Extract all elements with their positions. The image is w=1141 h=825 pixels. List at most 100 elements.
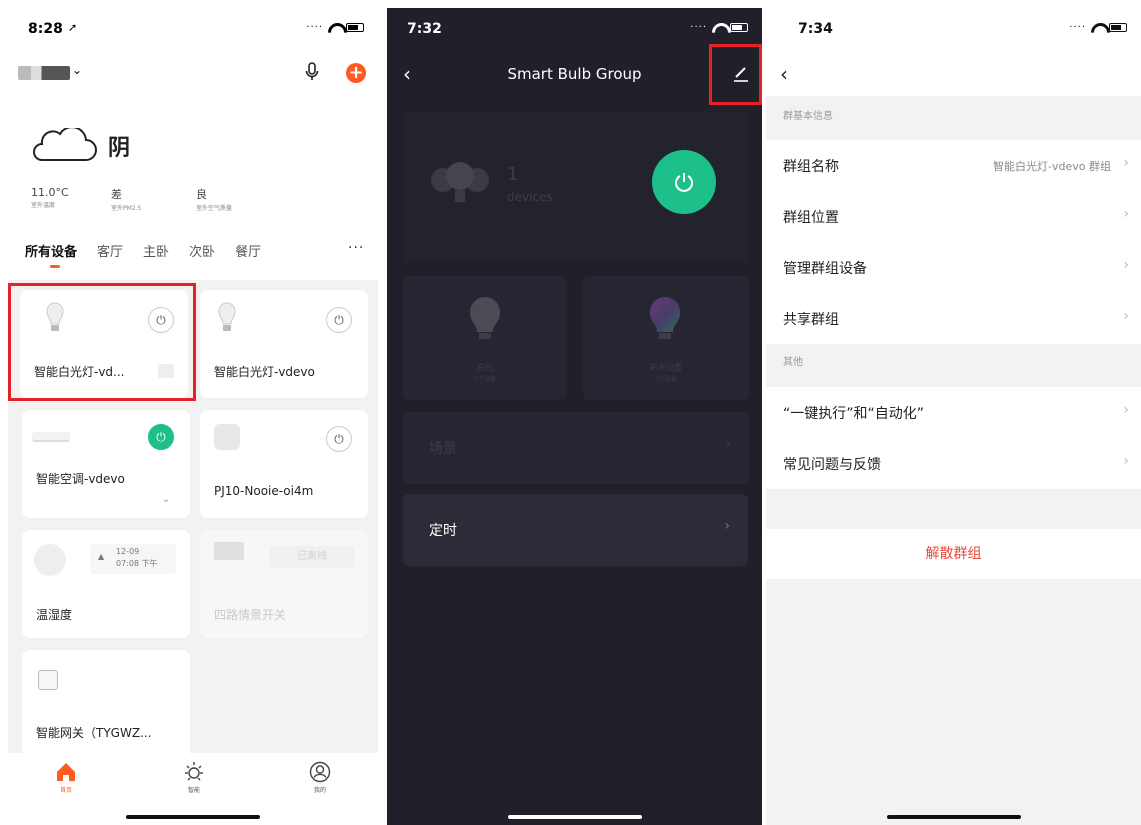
power-toggle[interactable]: ⏻	[148, 424, 174, 450]
timer-row[interactable]: 定时 ›	[403, 494, 748, 566]
row-group-location[interactable]: 群组位置 ›	[766, 191, 1141, 242]
last-report: ▲ 12-09 07:08 下午	[90, 544, 176, 574]
report-time: 07:08 下午	[116, 559, 158, 568]
sun-icon	[185, 762, 203, 781]
status-bar: 8:28 ➚ ····	[8, 8, 378, 52]
stat-label: 室外空气质量	[196, 205, 233, 212]
wifi-icon	[712, 23, 725, 33]
status-time: 7:32	[407, 21, 442, 37]
row-label: 常见问题与反馈	[783, 457, 881, 473]
highlight-box	[8, 283, 196, 401]
mode-sub: 0个设备	[474, 376, 496, 383]
home-screen: 8:28 ➚ ···· ⌄ + 阴 11.0°C 室外温度 差 室外PM2.5 …	[8, 8, 378, 825]
chevron-right-icon: ›	[1123, 257, 1129, 273]
scene-row[interactable]: 场景 ›	[403, 412, 749, 484]
highlight-box	[709, 44, 762, 105]
page-title: Smart Bulb Group	[507, 65, 642, 83]
row-faq-feedback[interactable]: 常见问题与反馈 ›	[766, 438, 1141, 489]
device-card-plug[interactable]: ⏻ PJ10-Nooie-oi4m	[200, 410, 368, 518]
tab-master-bedroom[interactable]: 主卧	[143, 241, 169, 260]
tab-label: 智能	[187, 787, 200, 794]
mode-label: 白光	[477, 363, 493, 372]
row-value: 智能白光灯-vdevo 群组	[993, 160, 1111, 173]
row-label: 群组名称	[783, 159, 839, 175]
stat-value: 差	[111, 188, 122, 201]
device-card-scene-switch[interactable]: 已离线 四路情景开关	[200, 530, 368, 638]
power-toggle[interactable]: ⏻	[326, 307, 352, 333]
section-header-basic-info: 群基本信息	[783, 111, 833, 122]
dissolve-group-button[interactable]: 解散群组	[766, 529, 1141, 579]
signal-icon: ····	[690, 22, 707, 33]
back-icon[interactable]: ‹	[780, 62, 788, 86]
tab-dining-room[interactable]: 餐厅	[235, 241, 261, 260]
microphone-icon[interactable]	[304, 62, 320, 82]
switch-icon	[214, 542, 244, 560]
mode-color-light[interactable]: 彩光设置 0个设备	[583, 276, 749, 400]
section-header-other: 其他	[783, 357, 803, 368]
device-card-ac[interactable]: ⏻ 智能空调-vdevo ⌄	[22, 410, 190, 518]
chevron-right-icon: ›	[725, 436, 731, 452]
tab-all-devices[interactable]: 所有设备	[25, 241, 77, 260]
device-card-gateway[interactable]: 智能网关（TYGWZ...	[22, 650, 190, 758]
row-manage-devices[interactable]: 管理群组设备 ›	[766, 242, 1141, 293]
outdoor-pm25: 差 室外PM2.5	[111, 186, 141, 212]
device-card-sensor[interactable]: ▲ 12-09 07:08 下午 温湿度	[22, 530, 190, 638]
stat-label: 室外温度	[31, 202, 56, 209]
home-indicator	[886, 815, 1021, 819]
device-count: 1	[507, 164, 519, 185]
home-selector[interactable]	[18, 66, 70, 80]
signal-icon: ····	[1069, 22, 1086, 33]
row-share-group[interactable]: 共享群组 ›	[766, 293, 1141, 344]
device-name: 智能白光灯-vdevo	[214, 365, 315, 379]
power-toggle[interactable]: ⏻	[326, 426, 352, 452]
row-scenes-automation[interactable]: “一键执行”和“自动化” ›	[766, 387, 1141, 438]
tab-second-bedroom[interactable]: 次卧	[189, 241, 215, 260]
tab-indicator	[50, 265, 60, 268]
ac-icon	[32, 432, 70, 442]
device-name: PJ10-Nooie-oi4m	[214, 484, 314, 498]
row-label: 群组位置	[783, 210, 839, 226]
home-indicator	[126, 815, 260, 819]
status-time: 8:28	[28, 21, 63, 37]
tab-profile[interactable]: 我的	[290, 761, 350, 794]
row-label: 共享群组	[783, 312, 839, 328]
add-device-icon[interactable]: +	[346, 63, 366, 83]
bulb-icon	[469, 296, 501, 339]
group-power-button[interactable]	[652, 150, 716, 214]
chevron-down-icon[interactable]: ⌄	[72, 63, 82, 77]
more-tabs-icon[interactable]: ···	[348, 240, 364, 256]
power-icon	[675, 173, 693, 192]
chevron-right-icon: ›	[1123, 155, 1129, 171]
plug-icon	[214, 424, 240, 450]
device-card-bulb-2[interactable]: ⏻ 智能白光灯-vdevo	[200, 290, 368, 398]
bell-icon: ▲	[98, 552, 105, 561]
row-group-name[interactable]: 群组名称 智能白光灯-vdevo 群组 ›	[766, 140, 1141, 191]
battery-icon	[346, 23, 364, 32]
signal-icon: ····	[306, 22, 323, 33]
status-icons: ····	[306, 22, 364, 33]
cloud-icon	[33, 128, 97, 161]
battery-icon	[1109, 23, 1127, 32]
chevron-right-icon: ›	[1123, 206, 1129, 222]
outdoor-temp: 11.0°C 室外温度	[31, 186, 69, 209]
tab-living-room[interactable]: 客厅	[97, 241, 123, 260]
status-icons: ····	[690, 22, 748, 33]
chevron-down-icon[interactable]: ⌄	[162, 494, 170, 505]
tab-label: 首页	[59, 787, 72, 794]
tab-home[interactable]: 首页	[36, 761, 96, 794]
bulbs-icon	[431, 162, 489, 202]
color-bulb-icon	[649, 296, 681, 339]
mode-white-light[interactable]: 白光 0个设备	[403, 276, 567, 400]
wifi-icon	[1091, 23, 1104, 33]
location-arrow-icon: ➚	[68, 21, 78, 34]
offline-badge: 已离线	[270, 546, 354, 568]
row-label: 管理群组设备	[783, 261, 867, 277]
gateway-icon	[38, 670, 58, 690]
status-bar: 7:34 ····	[766, 8, 1141, 52]
mode-sub: 0个设备	[655, 376, 677, 383]
home-indicator	[507, 815, 642, 819]
status-bar: 7:32 ····	[387, 8, 762, 52]
device-unit: devices	[507, 190, 553, 204]
tab-smart[interactable]: 智能	[164, 761, 224, 794]
device-name: 四路情景开关	[214, 608, 287, 622]
